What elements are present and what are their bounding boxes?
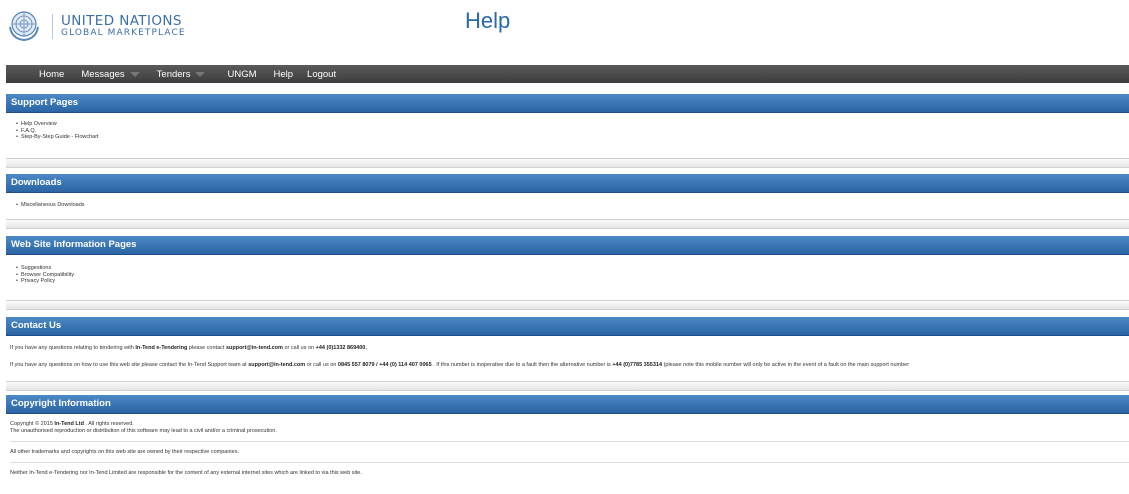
text: please contact xyxy=(187,345,226,351)
chevron-down-icon xyxy=(129,71,140,77)
link-misc-downloads[interactable]: Miscellaneous Downloads xyxy=(16,202,1129,209)
company-name: In-Tend Ltd xyxy=(54,421,84,427)
section-title: Support Pages xyxy=(6,94,1129,113)
link-privacy-policy[interactable]: Privacy Policy xyxy=(16,278,1129,285)
text: . All rights reserved. xyxy=(83,421,134,427)
nav-ungm-label: UNGM xyxy=(227,68,257,80)
section-body: Copyright © 2015 In-Tend Ltd . All right… xyxy=(6,414,1129,477)
nav-logout[interactable]: Logout xyxy=(307,69,336,80)
support-email-link[interactable]: support@in-tend.com xyxy=(248,362,305,368)
nav-tenders-label: Tenders xyxy=(156,68,191,80)
text: . If this number is inoperative due to a… xyxy=(431,362,613,368)
contact-paragraph-1: If you have any questions relating to te… xyxy=(10,345,1129,352)
phone-number: 0845 557 8079 / +44 (0) 114 407 0065 xyxy=(337,362,432,368)
text: If you have any questions relating to te… xyxy=(10,345,136,351)
section-footer xyxy=(6,158,1129,168)
nav-ungm[interactable]: UNGM xyxy=(227,69,256,80)
nav-home[interactable]: Home xyxy=(39,69,64,80)
nav-home-label: Home xyxy=(39,68,65,80)
nav-help-label: Help xyxy=(273,68,294,80)
section-title: Web Site Information Pages xyxy=(6,236,1129,255)
section-body: Help Overview F.A.Q. Step-By-Step Guide … xyxy=(6,113,1129,158)
text: Copyright © 2015 xyxy=(10,421,55,427)
logo-text: UNITED NATIONS GLOBAL MARKETPLACE xyxy=(52,12,186,39)
section-body: Suggestions Browser Compatibility Privac… xyxy=(6,255,1129,300)
nav-tenders[interactable]: Tenders xyxy=(157,69,206,80)
main-nav: Home Messages Tenders UNGM Help Logout xyxy=(6,65,1129,83)
copyright-line-3: All other trademarks and copyrights on t… xyxy=(10,449,239,455)
section-footer xyxy=(6,219,1129,229)
divider xyxy=(10,441,1129,442)
contact-paragraph-2: If you have any questions on how to use … xyxy=(10,362,1129,369)
section-title: Contact Us xyxy=(6,317,1129,336)
section-title: Downloads xyxy=(6,174,1129,193)
section-footer xyxy=(6,381,1129,391)
support-pages-section: Support Pages Help Overview F.A.Q. Step-… xyxy=(6,94,1129,168)
un-logo[interactable]: UNITED NATIONS GLOBAL MARKETPLACE xyxy=(6,9,186,43)
phone-number: +44 (0)1332 869400. xyxy=(315,345,367,351)
text: If you have any questions on how to use … xyxy=(10,362,249,368)
logo-line-2: GLOBAL MARKETPLACE xyxy=(61,27,186,38)
section-title: Copyright Information xyxy=(6,395,1129,414)
page-header: UNITED NATIONS GLOBAL MARKETPLACE Help xyxy=(0,0,1129,62)
un-emblem-icon xyxy=(9,11,39,42)
text: or call us on xyxy=(305,362,338,368)
divider xyxy=(10,462,1129,463)
section-footer xyxy=(6,300,1129,310)
nav-messages[interactable]: Messages xyxy=(81,68,140,80)
link-step-guide[interactable]: Step-By-Step Guide - Flowchart xyxy=(16,134,1129,141)
nav-messages-label: Messages xyxy=(81,68,125,80)
copyright-section: Copyright Information Copyright © 2015 I… xyxy=(6,395,1129,477)
support-email-link[interactable]: support@in-tend.com xyxy=(226,345,283,351)
copyright-line-4: Neither In-Tend e-Tendering nor In-Tend … xyxy=(10,470,362,476)
website-info-section: Web Site Information Pages Suggestions B… xyxy=(6,236,1129,310)
text: (please note this mobile number will onl… xyxy=(662,362,910,368)
nav-help[interactable]: Help xyxy=(274,69,294,80)
downloads-section: Downloads Miscellaneous Downloads xyxy=(6,174,1129,229)
logo-line-1: UNITED NATIONS xyxy=(61,12,182,29)
chevron-down-icon xyxy=(195,71,206,77)
copyright-line-2: The unauthorised reproduction or distrib… xyxy=(10,428,277,434)
section-body: If you have any questions relating to te… xyxy=(6,336,1129,381)
section-body: Miscellaneous Downloads xyxy=(6,193,1129,219)
nav-logout-label: Logout xyxy=(307,68,337,80)
phone-number: +44 (0)7785 355314 xyxy=(612,362,663,368)
text-bold: In-Tend e-Tendering xyxy=(135,345,188,351)
copyright-line-1: Copyright © 2015 In-Tend Ltd . All right… xyxy=(10,421,1129,428)
page-title: Help xyxy=(465,8,511,33)
contact-section: Contact Us If you have any questions rel… xyxy=(6,317,1129,391)
text: or call us on xyxy=(282,345,316,351)
